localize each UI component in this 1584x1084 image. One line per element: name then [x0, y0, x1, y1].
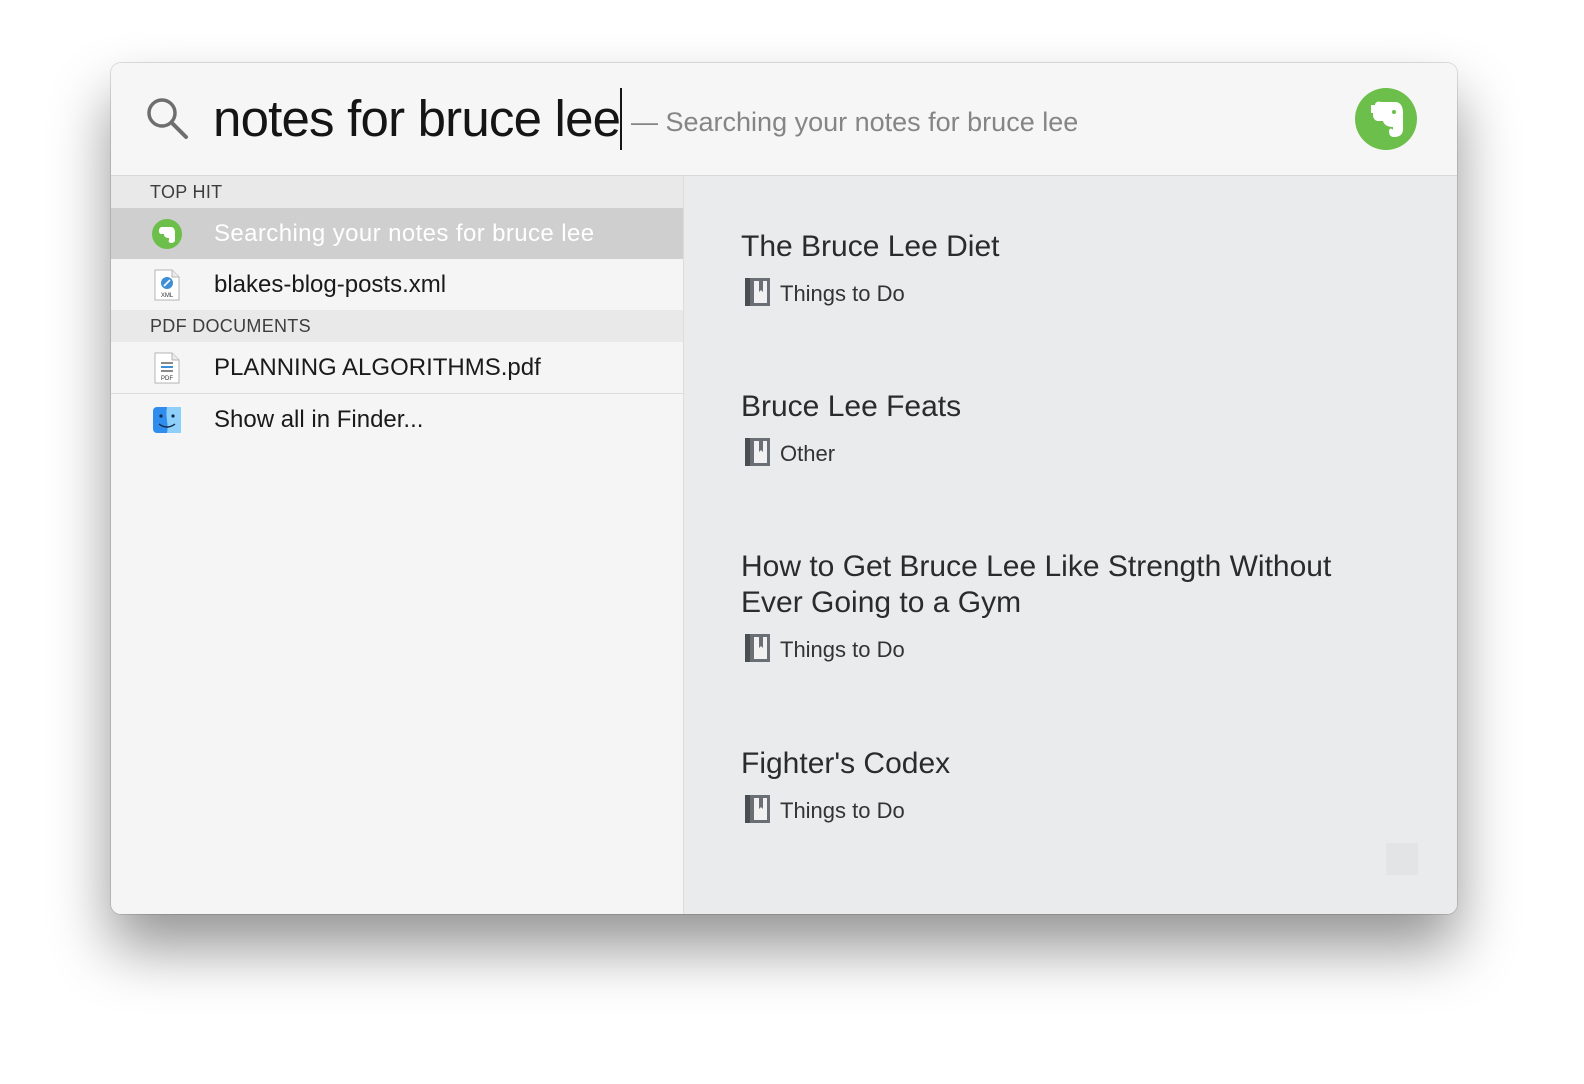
note-item[interactable]: How to Get Bruce Lee Like Strength Witho… — [741, 549, 1401, 664]
note-notebook: Things to Do — [741, 634, 1401, 664]
note-title: How to Get Bruce Lee Like Strength Witho… — [741, 550, 1332, 619]
evernote-icon — [151, 218, 183, 250]
search-input[interactable]: notes for bruce lee — [213, 89, 621, 149]
note-notebook: Other — [741, 438, 1401, 468]
note-title: Bruce Lee Feats — [741, 390, 962, 423]
text-caret — [620, 88, 622, 150]
section-header-pdf-documents: PDF DOCUMENTS — [111, 310, 683, 342]
search-icon — [147, 98, 188, 139]
note-item[interactable]: Bruce Lee Feats Other — [741, 389, 1401, 468]
svg-text:PDF: PDF — [161, 376, 173, 382]
result-row-pdf-file[interactable]: PDF PLANNING ALGORITHMS.pdf — [111, 342, 683, 393]
note-item[interactable]: The Bruce Lee Diet Things to Do — [741, 229, 1401, 308]
result-row-xml-file[interactable]: XML blakes-blog-posts.xml — [111, 259, 683, 310]
notebook-icon — [745, 278, 770, 306]
section-header-top-hit: TOP HIT — [111, 176, 683, 208]
notebook-icon — [745, 634, 770, 662]
result-label: PLANNING ALGORITHMS.pdf — [214, 354, 541, 381]
notebook-label: Other — [780, 441, 836, 466]
notebook-label: Things to Do — [780, 281, 905, 306]
note-item[interactable]: Fighter's Codex Things to Do — [741, 746, 1401, 825]
results-list: TOP HIT Searching your notes for bruce l… — [111, 176, 684, 914]
finder-icon — [151, 404, 183, 436]
evernote-elephant-icon[interactable] — [1355, 88, 1417, 150]
notebook-icon — [745, 795, 770, 823]
spotlight-window: notes for bruce lee — Searching your not… — [111, 63, 1457, 914]
note-title: The Bruce Lee Diet — [741, 230, 1000, 263]
preview-pane: The Bruce Lee Diet Things to Do Bruce Le… — [684, 176, 1457, 914]
svg-text:XML: XML — [161, 293, 174, 299]
xml-file-icon: XML — [151, 269, 183, 301]
notebook-label: Things to Do — [780, 637, 905, 662]
result-row-evernote-search[interactable]: Searching your notes for bruce lee — [111, 208, 683, 259]
note-notebook: Things to Do — [741, 795, 1401, 825]
result-label: Searching your notes for bruce lee — [214, 220, 595, 247]
note-title: Fighter's Codex — [741, 747, 951, 780]
show-all-in-finder[interactable]: Show all in Finder... — [111, 393, 683, 445]
scroll-corner — [1386, 843, 1418, 875]
search-bar: notes for bruce lee — Searching your not… — [111, 63, 1457, 176]
result-label: blakes-blog-posts.xml — [214, 271, 447, 298]
note-notebook: Things to Do — [741, 278, 1401, 308]
notebook-label: Things to Do — [780, 798, 905, 823]
notebook-icon — [745, 438, 770, 466]
finder-label: Show all in Finder... — [214, 406, 424, 433]
search-suggestion: — Searching your notes for bruce lee — [631, 107, 1079, 137]
pdf-file-icon: PDF — [151, 352, 183, 384]
